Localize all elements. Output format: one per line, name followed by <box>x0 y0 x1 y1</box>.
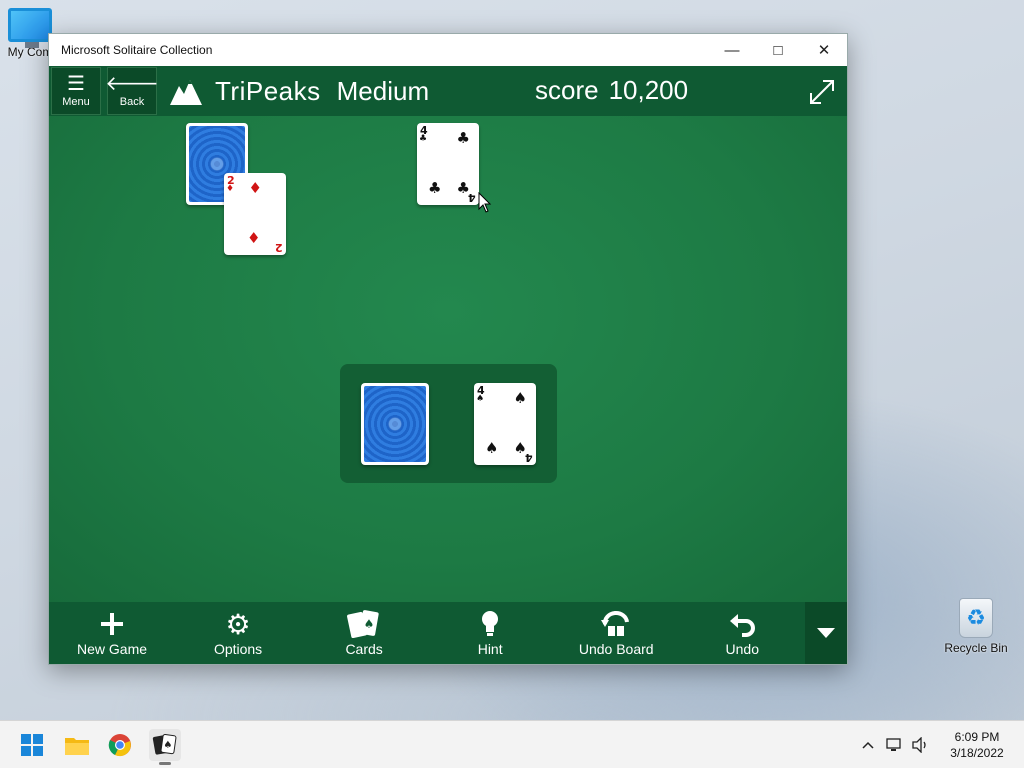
plus-icon <box>101 613 124 635</box>
file-explorer-button[interactable] <box>61 729 93 761</box>
club-icon: ♣ <box>419 134 428 144</box>
menu-label: Menu <box>62 96 90 108</box>
file-explorer-icon <box>65 738 89 755</box>
hamburger-icon: ☰ <box>67 73 85 95</box>
back-arrow-icon: 🡐 <box>105 73 159 95</box>
game-title: TriPeaks <box>215 75 321 106</box>
back-button[interactable]: 🡐 Back <box>105 67 159 115</box>
close-button[interactable]: ✕ <box>801 34 847 66</box>
taskbar: ♠ 6:09 PM 3/18/2022 <box>0 720 1024 768</box>
chrome-button[interactable] <box>104 729 136 761</box>
back-label: Back <box>119 96 145 108</box>
minimize-button[interactable]: — <box>709 34 755 66</box>
spade-icon: ♠ <box>476 394 485 404</box>
club-icon: ♣ <box>456 129 470 147</box>
toolbar-label: Undo Board <box>578 641 654 657</box>
toolbar-label: Hint <box>477 641 503 657</box>
desktop-icon-label: Recycle Bin <box>944 641 1008 655</box>
game-difficulty: Medium <box>336 75 430 106</box>
waste-card-4-spades: 4 ♠ ♠ ♠ ♠ 4 <box>474 383 536 465</box>
solitaire-window: Microsoft Solitaire Collection — □ ✕ ☰ M… <box>48 33 848 665</box>
diamond-icon: ♦ <box>247 229 261 247</box>
spade-icon: ♠ <box>513 389 527 407</box>
game-toolbar: New Game ⚙ Options ♠ Cards Hint Undo Boa… <box>49 602 847 664</box>
lightbulb-icon <box>482 611 499 636</box>
card-rank: 2 <box>275 241 283 254</box>
undo-icon <box>730 614 756 637</box>
undo-board-button[interactable]: Undo Board <box>553 602 679 664</box>
menu-button[interactable]: ☰ Menu <box>51 67 101 115</box>
clock-date: 3/18/2022 <box>950 746 1004 760</box>
window-title: Microsoft Solitaire Collection <box>61 43 213 57</box>
network-button[interactable] <box>882 733 906 757</box>
diamond-icon: ♦ <box>226 184 235 194</box>
chevron-down-icon <box>817 628 836 638</box>
toolbar-label: Cards <box>345 641 383 657</box>
new-game-button[interactable]: New Game <box>49 602 175 664</box>
start-icon <box>21 734 43 756</box>
tripeaks-logo-icon <box>170 80 202 105</box>
score-value: 10,200 <box>608 75 689 105</box>
hint-button[interactable]: Hint <box>427 602 553 664</box>
active-app-indicator <box>159 762 171 765</box>
score-label: score <box>535 75 599 105</box>
toolbar-label: Undo <box>725 641 759 657</box>
computer-icon <box>8 8 52 48</box>
show-hidden-icons-button[interactable] <box>856 733 880 757</box>
spade-icon: ♠ <box>485 439 499 457</box>
game-header: ☰ Menu 🡐 Back TriPeaks Medium score 10,20… <box>49 66 847 116</box>
system-tray: 6:09 PM 3/18/2022 <box>856 721 1024 768</box>
stock-pile[interactable] <box>361 383 429 465</box>
solitaire-icon: ♠ <box>152 734 177 755</box>
card-rank: 4 <box>525 451 533 464</box>
stock-waste-tray: 4 ♠ ♠ ♠ ♠ 4 <box>340 364 557 483</box>
undo-board-icon <box>601 610 630 636</box>
chrome-icon <box>108 734 131 757</box>
svg-text:♠: ♠ <box>364 617 375 631</box>
fullscreen-icon[interactable] <box>807 77 837 107</box>
card-4-clubs[interactable]: 4 ♣ ♣ ♣ ♣ 4 <box>417 123 479 205</box>
toolbar-label: Options <box>213 641 263 657</box>
chevron-up-icon <box>862 741 874 749</box>
recycle-bin-icon: ♻ <box>959 598 993 638</box>
toolbar-label: New Game <box>77 641 148 657</box>
mouse-cursor-icon <box>478 192 492 213</box>
club-icon: ♣ <box>428 179 442 197</box>
options-button[interactable]: ⚙ Options <box>175 602 301 664</box>
card-rank: 4 <box>468 191 476 204</box>
solitaire-taskbar-button[interactable]: ♠ <box>149 729 181 765</box>
undo-button[interactable]: Undo <box>679 602 805 664</box>
window-titlebar[interactable]: Microsoft Solitaire Collection — □ ✕ <box>49 34 847 66</box>
cards-icon: ♠ <box>347 610 379 639</box>
card-back-pattern <box>364 386 426 462</box>
speaker-icon <box>912 737 926 753</box>
start-button[interactable] <box>16 729 48 761</box>
maximize-button[interactable]: □ <box>755 34 801 66</box>
score-display: score 10,200 <box>535 75 698 106</box>
card-2-diamonds[interactable]: 2 ♦ ♦ ♦ 2 <box>224 173 286 255</box>
cards-button[interactable]: ♠ Cards <box>301 602 427 664</box>
desktop-icon-recycle-bin[interactable]: ♻ Recycle Bin <box>938 598 1014 655</box>
clock-time: 6:09 PM <box>954 730 1000 744</box>
diamond-icon: ♦ <box>248 179 262 197</box>
clock[interactable]: 6:09 PM 3/18/2022 <box>940 729 1014 761</box>
network-icon <box>886 738 901 751</box>
game-board: 2 ♦ ♦ ♦ 2 4 ♣ ♣ ♣ ♣ 4 4 ♠ ♠ ♠ ♠ 4 <box>49 116 847 602</box>
volume-button[interactable] <box>908 733 932 757</box>
gear-icon: ⚙ <box>225 608 251 640</box>
more-options-button[interactable] <box>805 602 847 664</box>
svg-text:♠: ♠ <box>164 740 173 751</box>
